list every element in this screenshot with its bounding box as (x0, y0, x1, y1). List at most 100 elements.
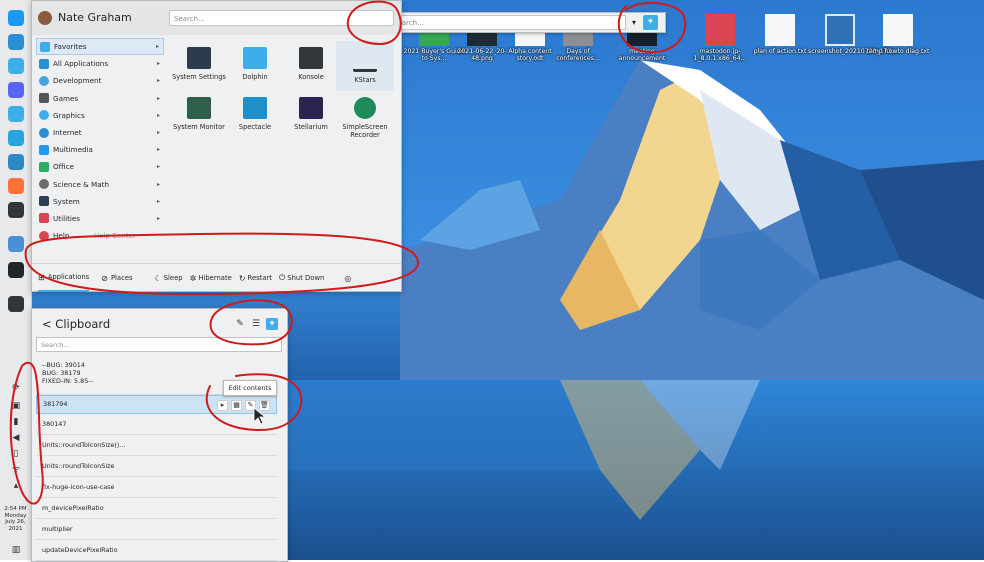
clipboard-title[interactable]: < Clipboard (42, 317, 110, 331)
app-launcher-icon[interactable] (8, 10, 24, 26)
text-icon (765, 14, 795, 46)
list-item[interactable]: updateDevicePixelRatio (36, 540, 277, 561)
system-monitor-icon (187, 97, 211, 119)
package-icon (705, 14, 735, 46)
list-item[interactable]: 381794 ▸ ▦ ✎ 🗑 (36, 395, 277, 414)
utilities-icon (39, 213, 49, 224)
leave-button[interactable]: ◎ (344, 274, 353, 283)
tab-places[interactable]: ⊘ Places (101, 264, 132, 292)
show-desktop-icon[interactable]: ▥ (10, 544, 22, 556)
restart-button[interactable]: ↻ Restart (239, 274, 272, 283)
power-icon: ⏻ (278, 273, 286, 282)
chromium-icon[interactable] (8, 236, 24, 252)
app-system-settings[interactable]: System Settings (170, 47, 228, 81)
sleep-button[interactable]: ☾ Sleep (155, 274, 183, 283)
updates-icon[interactable]: ⟳ (10, 382, 22, 394)
battery-icon[interactable]: ▯ (10, 448, 22, 460)
invoke-action-icon[interactable]: ▸ (217, 400, 228, 411)
app-simplescreenrecorder[interactable]: SimpleScreen Recorder (336, 97, 394, 139)
krunner-search-input[interactable]: Search... (388, 15, 626, 30)
development-icon (39, 75, 49, 86)
app-konsole[interactable]: Konsole (282, 47, 340, 81)
list-item[interactable]: multiplier (36, 519, 277, 540)
pin-icon[interactable]: ✦ (266, 318, 278, 330)
science-icon (39, 179, 49, 190)
list-item[interactable]: Units::roundToIconSize()... (36, 435, 277, 456)
desktop-icon[interactable]: mastodon.jp-1_8.0.1.x86_64... (688, 14, 752, 62)
text-icon (883, 14, 913, 46)
konsole-icon (299, 47, 323, 69)
category-development[interactable]: Development ▸ (36, 72, 164, 89)
category-system[interactable]: System ▸ (36, 193, 164, 210)
multimedia-icon (39, 144, 49, 155)
dolphin-icon[interactable] (8, 58, 24, 74)
games-icon (39, 93, 49, 104)
user-name: Nate Graham (58, 11, 132, 24)
list-item[interactable]: m_devicePixelRatio (36, 498, 277, 519)
app-stellarium[interactable]: Stellarium (282, 97, 340, 131)
qr-code-icon[interactable]: ▦ (231, 400, 242, 411)
chevron-right-icon: ▸ (156, 94, 160, 102)
konversation-icon[interactable] (8, 106, 24, 122)
desktop-icon[interactable]: screenshot_20210723_173... (808, 14, 897, 55)
edit-icon[interactable]: ✎ (245, 400, 256, 411)
clipboard-popup: < Clipboard ✎ ☰ ✦ Search... --BUG: 39014… (31, 308, 288, 562)
category-utilities[interactable]: Utilities ▸ (36, 210, 164, 227)
pager-icon[interactable] (8, 296, 24, 312)
avatar[interactable] (38, 11, 52, 25)
terminal-icon[interactable] (8, 262, 24, 278)
app-dolphin[interactable]: Dolphin (226, 47, 284, 81)
shutdown-button[interactable]: ⏻ Shut Down (279, 273, 324, 283)
category-all-applications[interactable]: All Applications ▸ (36, 55, 164, 72)
launcher-footer: ⊞ Applications ⊘ Places ☾ Sleep ✲ Hibern… (32, 263, 401, 292)
item-actions: ▸ ▦ ✎ 🗑 (217, 400, 270, 411)
list-item[interactable]: Units::roundToIconSize (36, 456, 277, 477)
dolphin-icon (243, 47, 267, 69)
desktop-icon[interactable]: plan of action.txt (748, 14, 812, 55)
office-icon (39, 161, 49, 172)
launcher-search-input[interactable]: Search... (169, 10, 394, 26)
chevron-right-icon: ▸ (156, 180, 160, 188)
category-favorites[interactable]: Favorites ▸ (36, 38, 164, 56)
clipboard-icon[interactable]: ▣ (10, 400, 22, 412)
system-settings-icon[interactable] (8, 34, 24, 50)
configure-icon[interactable]: ☰ (250, 318, 262, 330)
category-multimedia[interactable]: Multimedia ▸ (36, 141, 164, 158)
help-center-label: Help Center (94, 231, 136, 240)
clipboard-search-input[interactable]: Search... (36, 337, 282, 352)
telegram-icon[interactable] (8, 130, 24, 146)
volume-icon[interactable]: ◀ (10, 432, 22, 444)
delete-icon[interactable]: 🗑 (259, 400, 270, 411)
application-launcher: Nate Graham Search... Favorites ▸ All Ap… (31, 0, 402, 292)
category-graphics[interactable]: Graphics ▸ (36, 107, 164, 124)
list-item[interactable]: fix-huge-icon-use-case (36, 477, 277, 498)
category-office[interactable]: Office ▸ (36, 158, 164, 175)
firefox-icon[interactable] (8, 178, 24, 194)
konsole-icon[interactable] (8, 202, 24, 218)
app-spectacle[interactable]: Spectacle (226, 97, 284, 131)
app-kstars[interactable]: KStars (336, 41, 394, 91)
category-games[interactable]: Games ▸ (36, 90, 164, 107)
chevron-right-icon: ▸ (155, 43, 159, 51)
history-dropdown-icon[interactable]: ▾ (628, 15, 640, 30)
expand-tray-icon[interactable]: ▴ (10, 480, 22, 492)
category-science-math[interactable]: Science & Math ▸ (36, 176, 164, 193)
kdeconnect-icon[interactable]: ▮ (10, 416, 22, 428)
okular-icon[interactable] (8, 154, 24, 170)
stellarium-icon (299, 97, 323, 119)
digital-clock[interactable]: 2:54 PM Monday July 26, 2021 (0, 506, 31, 532)
list-item[interactable]: 380147 (36, 414, 277, 435)
app-system-monitor[interactable]: System Monitor (170, 97, 228, 131)
desktop-icon[interactable]: temp howto diag.txt (866, 14, 930, 55)
chevron-right-icon: ▸ (156, 146, 160, 154)
category-internet[interactable]: Internet ▸ (36, 124, 164, 141)
network-icon[interactable]: ᯤ (10, 464, 22, 476)
discord-icon[interactable] (8, 82, 24, 98)
chevron-right-icon: ▸ (156, 214, 160, 222)
pin-icon[interactable]: ✦ (643, 15, 658, 30)
system-icon (39, 196, 49, 207)
category-help[interactable]: Help Help Center (36, 227, 164, 244)
hibernate-button[interactable]: ✲ Hibernate (190, 274, 232, 283)
tab-applications[interactable]: ⊞ Applications (38, 264, 90, 292)
clear-history-icon[interactable]: ✎ (234, 318, 246, 330)
